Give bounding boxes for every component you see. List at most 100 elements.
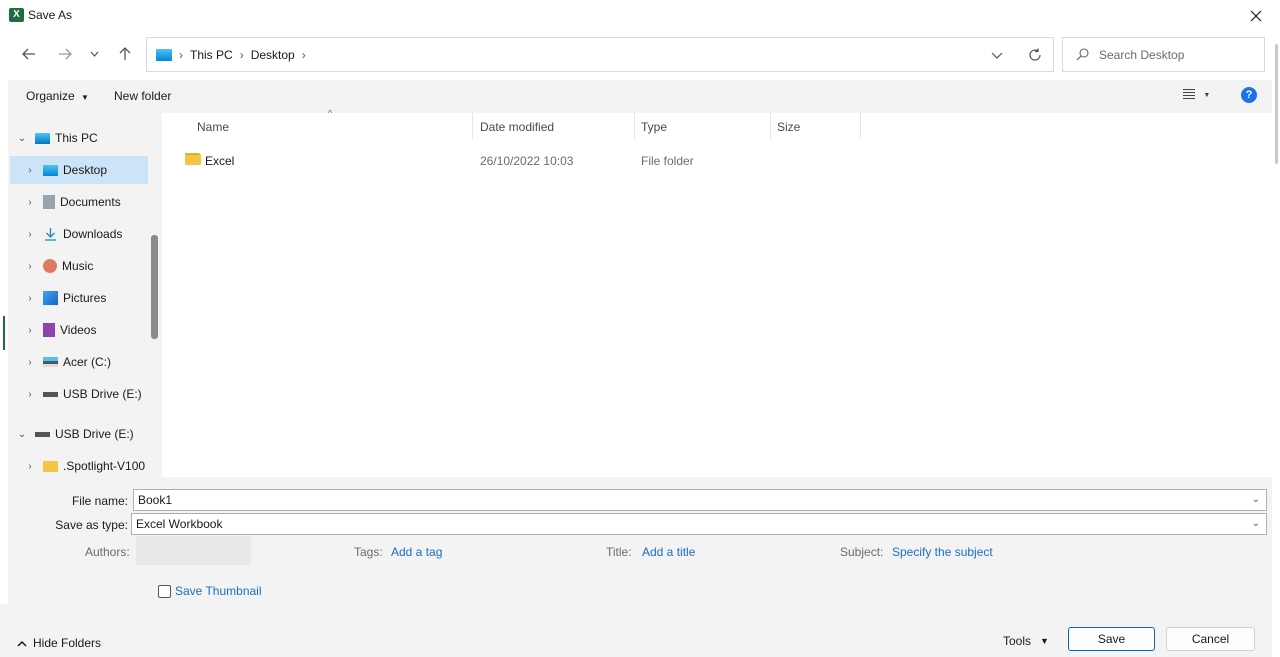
save-button[interactable]: Save	[1068, 627, 1155, 651]
file-name-label: File name:	[71, 494, 128, 508]
chevron-right-icon[interactable]: ›	[20, 229, 40, 240]
save-as-type-select[interactable]: Excel Workbook ⌄	[131, 513, 1267, 535]
command-bar	[8, 80, 1272, 113]
file-row-date: 26/10/2022 10:03	[480, 154, 574, 168]
chevron-right-icon[interactable]: ›	[20, 261, 40, 272]
tree-item-acer-c[interactable]: › Acer (C:)	[10, 348, 148, 376]
forward-button[interactable]	[50, 39, 80, 69]
search-icon	[1076, 48, 1089, 61]
tree-item-downloads[interactable]: › Downloads	[10, 220, 148, 248]
chevron-down-icon[interactable]: ⌄	[1252, 518, 1260, 529]
music-icon	[43, 259, 57, 273]
up-button[interactable]	[110, 39, 140, 69]
subject-label: Subject:	[840, 545, 884, 559]
save-as-type-label: Save as type:	[55, 518, 128, 532]
tree-item-label: Desktop	[63, 163, 108, 177]
file-row-name[interactable]: Excel	[205, 154, 234, 168]
chevron-right-icon[interactable]: ›	[302, 48, 306, 62]
navigation-pane-scrollbar[interactable]	[151, 235, 158, 339]
cancel-button[interactable]: Cancel	[1166, 627, 1255, 651]
chevron-right-icon[interactable]: ›	[20, 389, 40, 400]
caret-down-icon: ▼	[1040, 636, 1049, 646]
chevron-right-icon[interactable]: ›	[20, 197, 40, 208]
arrow-right-icon	[59, 48, 72, 60]
view-options-button[interactable]: ▼	[1182, 88, 1210, 103]
column-divider[interactable]	[472, 113, 473, 139]
videos-icon	[43, 323, 55, 337]
specify-subject-link[interactable]: Specify the subject	[892, 545, 993, 559]
tree-item-label: Videos	[60, 323, 97, 337]
list-view-icon	[1183, 89, 1195, 99]
tree-item-label: USB Drive (E:)	[55, 427, 134, 441]
folder-icon	[185, 153, 201, 165]
chevron-right-icon[interactable]: ›	[20, 325, 40, 336]
new-folder-button[interactable]: New folder	[114, 89, 171, 103]
column-divider[interactable]	[634, 113, 635, 139]
authors-field[interactable]	[136, 536, 251, 565]
tree-item-usb-drive-e[interactable]: › USB Drive (E:)	[10, 380, 148, 408]
arrow-left-icon	[22, 48, 35, 60]
hide-folders-button[interactable]: Hide Folders	[17, 636, 101, 650]
help-button[interactable]: ?	[1241, 87, 1257, 103]
column-divider[interactable]	[860, 113, 861, 139]
address-segment-desktop[interactable]: Desktop	[251, 48, 295, 62]
window-scrollbar-thumb[interactable]	[1275, 44, 1278, 164]
tree-item-label: .Spotlight-V100	[63, 459, 146, 473]
documents-icon	[43, 195, 55, 209]
file-name-value: Book1	[138, 493, 173, 507]
recent-locations-button[interactable]	[80, 39, 108, 69]
chevron-down-icon[interactable]: ⌄	[12, 133, 32, 144]
add-title-link[interactable]: Add a title	[642, 545, 695, 559]
title-label: Title:	[606, 545, 632, 559]
address-dropdown-button[interactable]	[986, 44, 1008, 66]
downloads-icon	[45, 228, 56, 241]
computer-icon	[35, 132, 50, 144]
tree-item-usb-drive-e-root[interactable]: ⌄ USB Drive (E:)	[12, 420, 150, 448]
tree-item-spotlight[interactable]: › .Spotlight-V100	[10, 452, 148, 477]
save-thumbnail-checkbox[interactable]	[158, 585, 171, 598]
usb-drive-icon	[43, 391, 58, 397]
column-header-size[interactable]: Size	[777, 120, 800, 134]
chevron-right-icon[interactable]: ›	[20, 461, 40, 472]
chevron-down-icon[interactable]: ⌄	[12, 429, 32, 440]
tools-button[interactable]: Tools ▼	[1003, 634, 1049, 648]
this-pc-icon	[156, 48, 172, 61]
organize-label: Organize	[26, 89, 75, 103]
excel-app-icon: X	[9, 8, 24, 22]
tree-item-music[interactable]: › Music	[10, 252, 148, 280]
tree-item-desktop[interactable]: › Desktop	[10, 156, 148, 184]
column-divider[interactable]	[770, 113, 771, 139]
refresh-button[interactable]	[1024, 44, 1046, 66]
chevron-right-icon[interactable]: ›	[20, 165, 40, 176]
chevron-right-icon[interactable]: ›	[20, 293, 40, 304]
address-segment-this-pc[interactable]: This PC	[190, 48, 233, 62]
navigation-pane: ⌄ This PC › Desktop › Documents › Downlo…	[8, 113, 162, 477]
sort-ascending-icon: ^	[328, 108, 333, 118]
chevron-up-icon	[17, 640, 27, 647]
column-header-type[interactable]: Type	[641, 120, 667, 134]
tree-item-label: Pictures	[63, 291, 107, 305]
save-thumbnail-label[interactable]: Save Thumbnail	[175, 584, 262, 598]
column-header-date[interactable]: Date modified	[480, 120, 554, 134]
chevron-down-icon[interactable]: ⌄	[1252, 494, 1260, 505]
column-header-name[interactable]: Name	[197, 120, 229, 134]
organize-button[interactable]: Organize ▼	[26, 89, 89, 103]
tree-item-pictures[interactable]: › Pictures	[10, 284, 148, 312]
tree-item-videos[interactable]: › Videos	[10, 316, 148, 344]
caret-down-icon: ▼	[81, 93, 89, 102]
add-tag-link[interactable]: Add a tag	[391, 545, 442, 559]
address-bar[interactable]: › This PC › Desktop ›	[146, 37, 1054, 72]
tree-item-this-pc[interactable]: ⌄ This PC	[12, 124, 150, 152]
folder-icon	[43, 460, 58, 472]
file-name-input[interactable]: Book1 ⌄	[133, 489, 1267, 511]
usb-drive-icon	[35, 431, 50, 437]
tools-label: Tools	[1003, 634, 1032, 648]
back-button[interactable]	[14, 39, 44, 69]
tree-item-label: Documents	[60, 195, 121, 209]
search-box[interactable]: Search Desktop	[1062, 37, 1265, 72]
tree-item-documents[interactable]: › Documents	[10, 188, 148, 216]
desktop-icon	[43, 164, 58, 176]
close-button[interactable]	[1238, 2, 1274, 30]
authors-label: Authors:	[85, 545, 130, 559]
chevron-right-icon[interactable]: ›	[20, 357, 40, 368]
